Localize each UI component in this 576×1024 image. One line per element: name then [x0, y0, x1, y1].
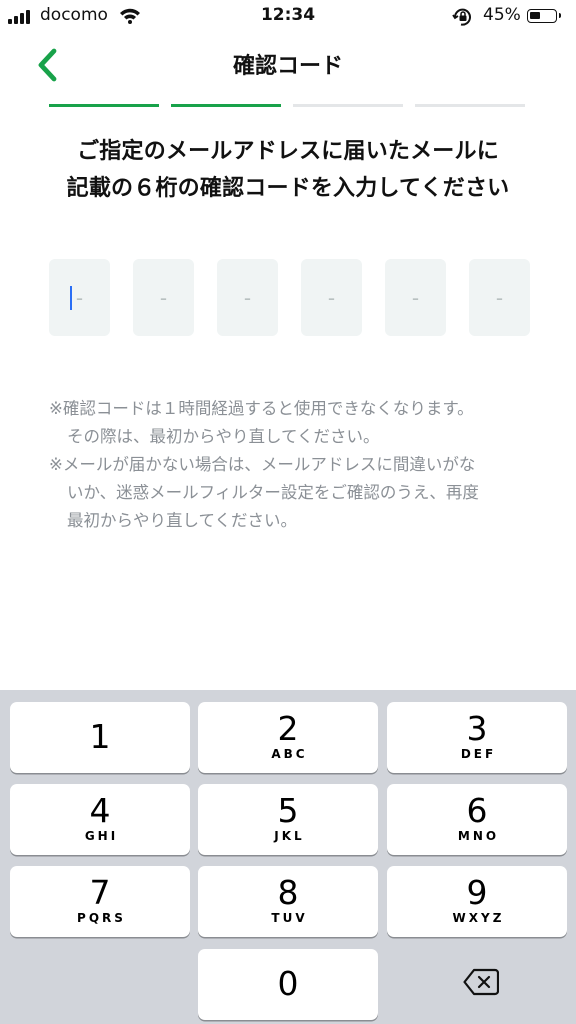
- key-digit: 0: [277, 964, 299, 1003]
- note-1-line-1: ※確認コードは１時間経過すると使用できなくなります。: [49, 399, 474, 418]
- key-letters: ABC: [271, 747, 308, 761]
- key-digit: 4: [89, 791, 111, 830]
- key-digit: 5: [277, 791, 299, 830]
- progress-step-1: [49, 104, 159, 107]
- key-digit: 3: [466, 709, 488, 748]
- key-1[interactable]: 1: [10, 702, 190, 773]
- code-input-group: - - - - - -: [49, 259, 530, 336]
- digit-placeholder: -: [327, 286, 336, 310]
- digit-placeholder: -: [495, 286, 504, 310]
- digit-placeholder: -: [411, 286, 420, 310]
- note-2-line-2: いか、迷惑メールフィルター設定をご確認のうえ、再度: [67, 483, 479, 502]
- instruction-line-2: 記載の６桁の確認コードを入力してください: [66, 176, 510, 201]
- instruction-line-1: ご指定のメールアドレスに届いたメールに: [77, 139, 499, 164]
- key-6[interactable]: 6 MNO: [387, 784, 567, 855]
- step-progress: [49, 104, 525, 107]
- key-letters: GHI: [84, 829, 119, 843]
- key-letters: WXYZ: [452, 911, 505, 925]
- code-digit-5[interactable]: -: [385, 259, 446, 336]
- code-digit-4[interactable]: -: [301, 259, 362, 336]
- key-8[interactable]: 8 TUV: [198, 866, 378, 937]
- key-digit: 9: [466, 873, 488, 912]
- key-5[interactable]: 5 JKL: [198, 784, 378, 855]
- code-digit-3[interactable]: -: [217, 259, 278, 336]
- key-4[interactable]: 4 GHI: [10, 784, 190, 855]
- key-digit: 8: [277, 873, 299, 912]
- key-3[interactable]: 3 DEF: [387, 702, 567, 773]
- key-letters: JKL: [274, 829, 305, 843]
- battery-icon: [527, 9, 561, 23]
- orientation-lock-icon: [452, 8, 471, 26]
- key-letters: MNO: [457, 829, 500, 843]
- instruction-heading: ご指定のメールアドレスに届いたメールに 記載の６桁の確認コードを入力してください: [0, 133, 576, 207]
- key-letters: PQRS: [77, 911, 126, 925]
- page-title: 確認コード: [232, 54, 343, 79]
- key-0[interactable]: 0: [198, 949, 378, 1020]
- digit-placeholder: -: [75, 286, 84, 310]
- progress-step-4: [415, 104, 525, 107]
- key-letters: DEF: [460, 747, 497, 761]
- key-digit: 7: [89, 873, 111, 912]
- digit-placeholder: -: [243, 286, 252, 310]
- key-9[interactable]: 9 WXYZ: [387, 866, 567, 937]
- key-letters: TUV: [271, 911, 308, 925]
- notes-section: ※確認コードは１時間経過すると使用できなくなります。 その際は、最初からやり直し…: [49, 395, 539, 535]
- backspace-icon[interactable]: [463, 968, 499, 996]
- code-digit-2[interactable]: -: [133, 259, 194, 336]
- key-2[interactable]: 2 ABC: [198, 702, 378, 773]
- progress-step-2: [171, 104, 281, 107]
- progress-step-3: [293, 104, 403, 107]
- key-digit: 1: [89, 717, 111, 756]
- code-digit-6[interactable]: -: [469, 259, 530, 336]
- digit-placeholder: -: [159, 286, 168, 310]
- note-2-line-1: ※メールが届かない場合は、メールアドレスに間違いがな: [49, 455, 476, 474]
- key-digit: 6: [466, 791, 488, 830]
- note-2-line-3: 最初からやり直してください。: [67, 511, 298, 530]
- key-7[interactable]: 7 PQRS: [10, 866, 190, 937]
- code-digit-1[interactable]: -: [49, 259, 110, 336]
- status-bar: docomo 12:34 45%: [0, 0, 576, 34]
- battery-percent: 45%: [483, 5, 521, 25]
- note-1-line-2: その際は、最初からやり直してください。: [67, 427, 380, 446]
- key-digit: 2: [277, 709, 299, 748]
